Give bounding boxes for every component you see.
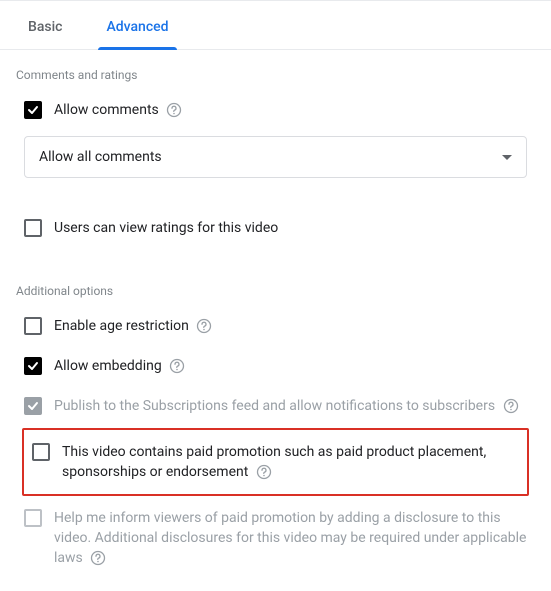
- comments-moderation-select[interactable]: Allow all comments: [24, 136, 527, 178]
- ratings-checkbox[interactable]: [24, 219, 42, 237]
- tab-advanced[interactable]: Advanced: [102, 1, 172, 49]
- paid-promotion-checkbox[interactable]: [32, 443, 50, 461]
- chevron-down-icon: [502, 155, 512, 160]
- allow-comments-label: Allow comments: [54, 102, 159, 118]
- age-restriction-label: Enable age restriction: [54, 318, 189, 334]
- tab-advanced-label: Advanced: [106, 19, 168, 35]
- embedding-label: Allow embedding: [54, 358, 162, 374]
- tab-basic-label: Basic: [28, 19, 62, 35]
- subscriptions-label: Publish to the Subscriptions feed and al…: [54, 398, 495, 414]
- embedding-checkbox[interactable]: [24, 357, 42, 375]
- tab-basic[interactable]: Basic: [24, 1, 66, 49]
- tabs: Basic Advanced: [0, 1, 551, 50]
- help-icon[interactable]: [503, 398, 519, 414]
- paid-promotion-row[interactable]: This video contains paid promotion such …: [24, 432, 527, 492]
- help-icon[interactable]: [166, 102, 182, 118]
- help-icon[interactable]: [256, 464, 272, 480]
- paid-promotion-highlight: This video contains paid promotion such …: [22, 428, 529, 496]
- help-icon[interactable]: [196, 318, 212, 334]
- allow-comments-row[interactable]: Allow comments: [16, 90, 535, 130]
- section-comments-heading: Comments and ratings: [0, 50, 551, 90]
- inform-viewers-label: Help me inform viewers of paid promotion…: [54, 510, 526, 566]
- subscriptions-checkbox: [24, 397, 42, 415]
- age-restriction-checkbox[interactable]: [24, 317, 42, 335]
- inform-viewers-checkbox: [24, 509, 42, 527]
- help-icon[interactable]: [169, 358, 185, 374]
- section-additional-heading: Additional options: [0, 266, 551, 306]
- ratings-label: Users can view ratings for this video: [54, 220, 278, 236]
- subscriptions-row: Publish to the Subscriptions feed and al…: [16, 386, 535, 426]
- inform-viewers-row: Help me inform viewers of paid promotion…: [16, 498, 535, 578]
- ratings-row[interactable]: Users can view ratings for this video: [16, 208, 535, 248]
- comments-moderation-value: Allow all comments: [39, 149, 162, 165]
- paid-promotion-label: This video contains paid promotion such …: [62, 444, 486, 480]
- help-icon[interactable]: [90, 550, 106, 566]
- allow-comments-checkbox[interactable]: [24, 101, 42, 119]
- age-restriction-row[interactable]: Enable age restriction: [16, 306, 535, 346]
- embedding-row[interactable]: Allow embedding: [16, 346, 535, 386]
